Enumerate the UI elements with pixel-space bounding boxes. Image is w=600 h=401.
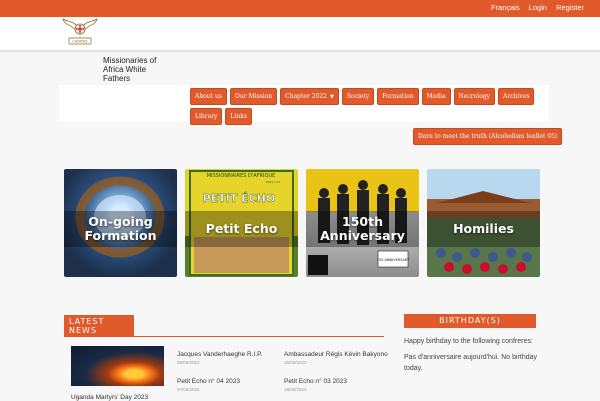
cover-title-text: PETIT ÉCHO [203, 192, 276, 205]
latest-news-heading: LATEST NEWS [64, 315, 134, 336]
nav-item-label: Formation [382, 93, 414, 100]
main-nav: About us Our Mission Chapter 2022 ▼ Socie… [190, 88, 563, 145]
feature-tiles: On-going Formation MISSIONNAIRES D'AFRIQ… [64, 169, 540, 277]
nav-item-links[interactable]: Links [225, 108, 252, 125]
anniversary-sign-text: 150 ANNIVERSARY [377, 258, 410, 262]
nav-item-label: Society [346, 93, 370, 100]
nav-item-dare-to-meet-the-truth[interactable]: Dare to meet the truth (Alcoholism leafl… [413, 128, 563, 145]
site-name[interactable]: Missionaries of Africa White Fathers [103, 56, 173, 83]
birthday-intro: Happy birthday to the following confrere… [404, 338, 533, 345]
nav-item-about-us[interactable]: About us [190, 88, 227, 105]
news-title[interactable]: Ambassadeur Régis Kévin Bakyono [284, 351, 388, 358]
tile-150th-anniversary[interactable]: 150 ANNIVERSARY 150th Anniversary [306, 169, 419, 277]
news-item[interactable]: Petit Echo n° 03 2023 18/05/2023 [284, 378, 347, 392]
nav-item-label: Dare to meet the truth (Alcoholism leafl… [418, 133, 558, 140]
nav-item-our-mission[interactable]: Our Mission [229, 88, 278, 105]
tile-label: Petit Echo [185, 211, 298, 247]
birthday-message: Pas d'anniversaire aujourd'hui. No birth… [404, 354, 538, 372]
birthday-heading: BIRTHDAY(S) [404, 314, 536, 328]
news-item[interactable]: Jacques Vanderhaeghe R.I.P. 09/06/2023 [177, 351, 262, 365]
login-link[interactable]: Login [529, 3, 547, 12]
nav-item-society[interactable]: Society [341, 88, 375, 105]
nav-item-label: Necrology [458, 93, 491, 100]
birthday-content: Happy birthday to the following confrere… [404, 336, 554, 379]
nav-item-chapter-2022[interactable]: Chapter 2022 ▼ [280, 88, 339, 105]
nav-item-necrology[interactable]: Necrology [453, 88, 496, 105]
nav-item-label: About us [195, 93, 222, 100]
language-link[interactable]: Français [491, 3, 520, 12]
site-logo[interactable]: CARITAS [62, 14, 98, 48]
top-links: Français Login Register [491, 3, 584, 12]
news-date: 09/06/2023 [177, 360, 200, 365]
register-link[interactable]: Register [556, 3, 584, 12]
nav-item-label: Our Mission [234, 93, 273, 100]
news-feature-image[interactable] [71, 346, 164, 386]
tile-ongoing-formation[interactable]: On-going Formation [64, 169, 177, 277]
news-title[interactable]: Petit Echo n° 04 2023 [177, 378, 240, 385]
nav-item-formation[interactable]: Formation [377, 88, 419, 105]
nav-item-archives[interactable]: Archives [498, 88, 535, 105]
nav-item-label: Archives [503, 93, 530, 100]
nav-item-media[interactable]: Media [421, 88, 451, 105]
news-item[interactable]: Ambassadeur Régis Kévin Bakyono 15/05/20… [284, 351, 388, 365]
news-date: 15/05/2023 [284, 360, 307, 365]
cover-issue-text: 2017 | 01 [266, 180, 280, 184]
news-date: 07/06/2023 [177, 387, 200, 392]
news-title[interactable]: Jacques Vanderhaeghe R.I.P. [177, 351, 262, 358]
nav-item-label: Chapter 2022 [285, 93, 327, 100]
logo-banner-text: CARITAS [72, 40, 88, 44]
tile-label: 150th Anniversary [306, 211, 419, 247]
tile-label: On-going Formation [64, 211, 177, 247]
news-date: 18/05/2023 [284, 387, 307, 392]
nav-item-label: Library [195, 113, 218, 120]
news-item[interactable]: Petit Echo n° 04 2023 07/06/2023 [177, 378, 240, 392]
tile-label: Homilies [427, 211, 540, 247]
tile-homilies[interactable]: Homilies [427, 169, 540, 277]
nav-item-library[interactable]: Library [190, 108, 223, 125]
nav-item-label: Links [230, 113, 247, 120]
latest-news-divider [64, 336, 384, 337]
news-title[interactable]: Petit Echo n° 03 2023 [284, 378, 347, 385]
logo-emblem-icon: CARITAS [62, 18, 98, 45]
caret-down-icon: ▼ [330, 94, 334, 100]
cover-top-text: MISSIONNAIRES D'AFRIQUE [207, 173, 276, 179]
tile-petit-echo[interactable]: MISSIONNAIRES D'AFRIQUE 2017 | 01 PETIT … [185, 169, 298, 277]
nav-item-label: Media [426, 93, 446, 100]
